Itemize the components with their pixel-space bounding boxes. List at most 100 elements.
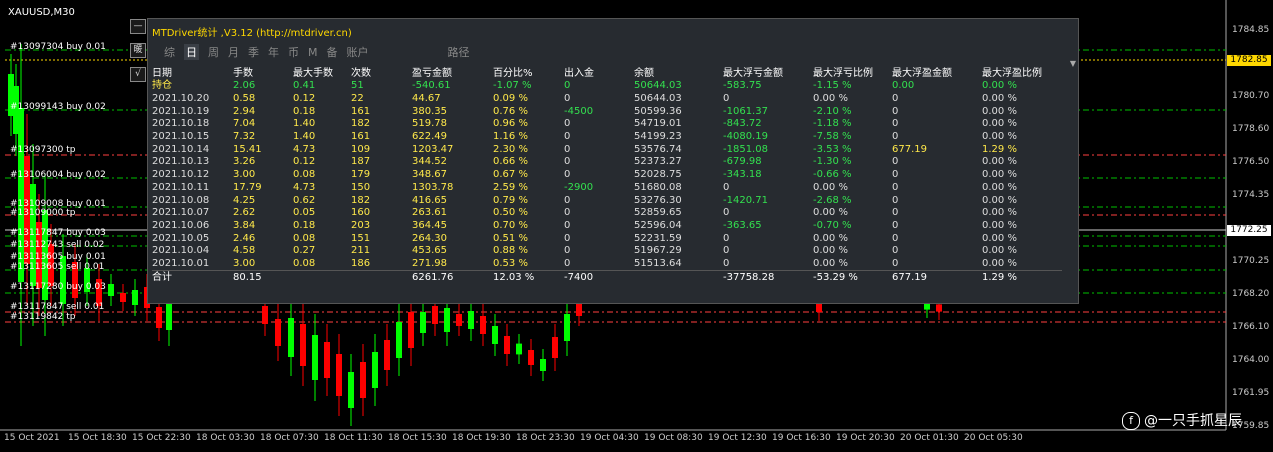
watermark: f @一只手抓星辰 <box>1122 410 1242 430</box>
table-cell: 0 <box>892 105 899 117</box>
holding-row[interactable]: 持仓 2.06 0.41 51 -540.61 -1.07 % 0 50644.03 -583.… <box>152 80 1062 93</box>
table-cell: 622.49 <box>412 131 447 143</box>
candle-body <box>564 314 570 341</box>
tab-2[interactable]: 周 <box>208 44 219 60</box>
table-cell: 1.29 % <box>982 143 1017 155</box>
bid-price-box: 1782.85 <box>1227 55 1271 66</box>
table-cell: 0 <box>564 245 571 257</box>
table-cell: 0 <box>564 93 571 105</box>
panel-minimize-button[interactable]: — <box>130 19 146 34</box>
table-cell: 1203.47 <box>412 143 454 155</box>
table-cell: 7.04 <box>233 118 256 130</box>
table-row[interactable]: 2021.10.07 2.62 0.05 160 263.61 0.50 % 0 52859.… <box>152 207 1062 220</box>
table-cell: 0 <box>892 257 899 269</box>
table-cell: 0 <box>892 131 899 143</box>
table-cell: 0 <box>564 143 571 155</box>
table-row[interactable]: 2021.10.14 15.41 4.73 109 1203.47 2.30 % 0 5357… <box>152 143 1062 156</box>
table-row[interactable]: 2021.10.12 3.00 0.08 179 348.67 0.67 % 0 52028.… <box>152 169 1062 182</box>
total-row[interactable]: 合计 80.15 6261.76 12.03 % -7400 -37758.28 -53.2… <box>152 270 1062 284</box>
table-cell: 3.84 <box>233 219 256 231</box>
table-cell: 0.09 % <box>493 93 528 105</box>
header-cell[interactable]: 最大手数 <box>293 67 351 80</box>
table-cell: 2021.10.12 <box>152 169 210 181</box>
table-cell: 0 <box>892 194 899 206</box>
header-cell[interactable]: 盈亏金额 <box>412 67 493 80</box>
tab-4[interactable]: 季 <box>248 44 259 60</box>
candle-body <box>166 300 172 330</box>
header-cell[interactable]: 次数 <box>351 67 412 80</box>
candle-body <box>816 303 822 312</box>
table-cell: 0 <box>723 93 730 105</box>
table-cell: 0.66 % <box>493 156 528 168</box>
header-cell[interactable]: 最大浮盈比例 <box>982 67 1062 80</box>
header-cell[interactable]: 百分比% <box>493 67 564 80</box>
table-cell: 0 <box>564 156 571 168</box>
header-cell[interactable]: 余额 <box>634 67 723 80</box>
table-cell: 677.19 <box>892 143 927 155</box>
table-cell: 0.50 % <box>493 207 528 219</box>
header-cell[interactable]: 出入金 <box>564 67 634 80</box>
table-row[interactable]: 2021.10.19 2.94 0.18 161 380.35 0.76 % -4500 50… <box>152 105 1062 118</box>
price-tick-label: 1768.20 <box>1232 289 1270 299</box>
table-cell: 0 <box>892 169 899 181</box>
tab-5[interactable]: 年 <box>268 44 279 60</box>
tab-9[interactable]: 账户 <box>347 44 369 60</box>
table-row[interactable]: 2021.10.18 7.04 1.40 182 519.78 0.96 % 0 54719.… <box>152 118 1062 131</box>
table-row[interactable]: 2021.10.20 0.58 0.12 22 44.67 0.09 % 0 50644.03… <box>152 93 1062 106</box>
table-cell: 53276.30 <box>634 194 682 206</box>
table-cell: 0.00 % <box>982 257 1017 269</box>
table-cell: -1.30 % <box>813 156 852 168</box>
order-label: #13097304 buy 0.01 <box>10 42 106 52</box>
table-row[interactable]: 2021.10.15 7.32 1.40 161 622.49 1.16 % 0 54199.… <box>152 131 1062 144</box>
tab-1[interactable]: 日 <box>184 44 199 60</box>
table-cell: 0 <box>564 207 571 219</box>
order-label: #13117280 buy 0.03 <box>10 282 106 292</box>
header-cell[interactable]: 日期 <box>152 67 233 80</box>
table-cell: -1420.71 <box>723 194 768 206</box>
table-cell: 2021.10.14 <box>152 143 210 155</box>
table-cell: 51513.64 <box>634 257 682 269</box>
tab-8[interactable]: 备 <box>327 44 338 60</box>
table-cell: 364.45 <box>412 219 447 231</box>
tab-7[interactable]: M <box>308 46 318 59</box>
table-cell: 0.00 % <box>982 219 1017 231</box>
candle-body <box>360 362 366 398</box>
table-cell: 677.19 <box>892 270 982 284</box>
table-cell: -0.70 % <box>813 219 852 231</box>
header-cell[interactable]: 最大浮亏金额 <box>723 67 813 80</box>
table-cell: 0.70 % <box>493 219 528 231</box>
candle-body <box>936 304 942 312</box>
tab-10[interactable]: 路径 <box>448 44 470 60</box>
panel-restore-button[interactable]: 暖 <box>130 43 146 58</box>
tab-0[interactable]: 综 <box>164 44 175 60</box>
table-cell: 2.30 % <box>493 143 528 155</box>
table-cell: 0.00 % <box>982 131 1017 143</box>
table-cell: -540.61 <box>412 80 451 92</box>
table-cell: 2021.10.05 <box>152 232 210 244</box>
table-cell: 0 <box>723 181 730 193</box>
table-cell: 50644.03 <box>634 93 682 105</box>
table-row[interactable]: 2021.10.13 3.26 0.12 187 344.52 0.66 % 0 52373.… <box>152 156 1062 169</box>
table-row[interactable]: 2021.10.08 4.25 0.62 182 416.65 0.79 % 0 53276.… <box>152 194 1062 207</box>
tab-6[interactable]: 币 <box>288 44 299 60</box>
header-cell[interactable]: 最大浮亏比例 <box>813 67 892 80</box>
candle-body <box>528 350 534 365</box>
table-cell: 44.67 <box>412 93 441 105</box>
header-cell[interactable]: 最大浮盈金额 <box>892 67 982 80</box>
candle-body <box>300 324 306 366</box>
tab-3[interactable]: 月 <box>228 44 239 60</box>
table-cell: 160 <box>351 207 371 219</box>
table-cell: 合计 <box>152 270 233 284</box>
table-row[interactable]: 2021.10.05 2.46 0.08 151 264.30 0.51 % 0 52231.… <box>152 232 1062 245</box>
scroll-down-icon[interactable]: ▼ <box>1070 59 1076 68</box>
table-row[interactable]: 2021.10.11 17.79 4.73 150 1303.78 2.59 % -2900… <box>152 182 1062 195</box>
panel-check-button[interactable]: √ <box>130 67 146 82</box>
table-row[interactable]: 2021.10.06 3.84 0.18 203 364.45 0.70 % 0 52596.… <box>152 220 1062 233</box>
time-tick-label: 18 Oct 23:30 <box>516 433 575 443</box>
table-row[interactable]: 2021.10.01 3.00 0.08 186 271.98 0.53 % 0 51513.… <box>152 258 1062 271</box>
table-cell: 0.00 % <box>813 181 848 193</box>
header-cell[interactable]: 手数 <box>233 67 293 80</box>
table-cell: 0.05 <box>293 207 316 219</box>
table-row[interactable]: 2021.10.04 4.58 0.27 211 453.65 0.88 % 0 51967.… <box>152 245 1062 258</box>
table-cell: 0.12 <box>293 93 316 105</box>
